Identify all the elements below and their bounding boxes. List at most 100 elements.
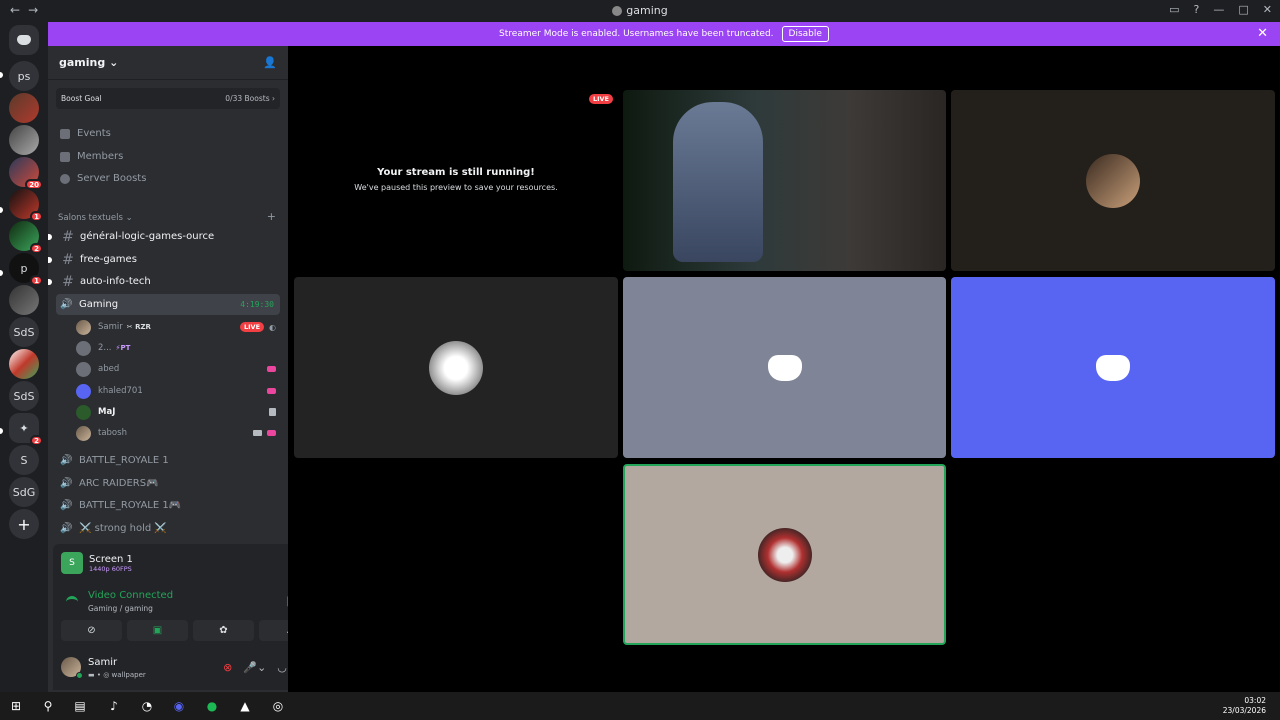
window-titlebar: ← → gaming ▭ ? — □ ✕ [0,0,1280,22]
video-tile-user[interactable] [951,90,1275,271]
add-server-icon: + [17,514,31,534]
chevron-down-icon: ⌄ [109,56,119,69]
clock-date: 23/03/2026 [1222,706,1266,715]
clock-time: 03:02 [1244,696,1266,705]
camera-off-button[interactable]: ⊘ [61,620,122,641]
guild-item[interactable]: SdS [9,381,39,411]
menu-server-boosts[interactable]: Server Boosts [60,173,146,184]
channel-label: free-games [80,254,137,265]
voice-user[interactable]: Samir ✂ RZR LIVE ◐ [76,317,280,337]
taskbar: ⊞ ⚲ ▤ ♪ ◔ ◉ ● ▲ ◎ 03:02 23/03/2026 [0,692,1280,720]
video-tile-user[interactable] [951,277,1275,458]
voice-user-status [253,430,276,436]
unread-pill [0,72,3,78]
video-tile-user[interactable] [623,277,946,458]
live-badge: LIVE [239,322,265,332]
guild-glyph-icon: ✦ [19,421,29,435]
inbox-icon[interactable]: ▭ [1169,3,1179,16]
channel-label: ⚔️ strong hold ⚔️ [79,523,167,534]
guild-item[interactable]: 20 [9,157,43,190]
guild-item[interactable]: 2 [9,221,43,254]
discord-app-icon[interactable]: ◉ [171,698,187,714]
add-server-button[interactable]: + [9,509,39,539]
server-header[interactable]: gaming ⌄ 👤 [48,46,288,80]
close-button[interactable]: ✕ [1263,3,1272,16]
voice-user[interactable]: MaJ [76,402,280,422]
screen-share-button[interactable]: ▣ [127,620,188,641]
voice-channel[interactable]: 🔊 ⚔️ strong hold ⚔️ [56,518,280,539]
guild-label: SdS [13,389,35,403]
voice-user[interactable]: abed [76,359,280,379]
channel-label: auto-info-tech [80,276,151,287]
guild-item[interactable]: SdS [9,317,39,347]
add-member-icon[interactable]: 👤 [263,56,277,69]
minimize-button[interactable]: — [1213,3,1224,16]
voice-channel-gaming[interactable]: 🔊 Gaming 4:19:30 [56,294,280,315]
help-icon[interactable]: ? [1194,3,1200,16]
channel-path[interactable]: Gaming / gaming [88,604,153,613]
close-icon[interactable]: ✕ [1257,26,1268,41]
user-name[interactable]: Samir [88,657,117,668]
task-view-icon[interactable]: ▤ [72,698,88,714]
hash-icon: # [62,228,74,245]
connection-status[interactable]: Video Connected [88,590,173,601]
guild-item[interactable]: 1 [9,189,43,222]
voice-channel[interactable]: 🔊 ARC RAIDERS🎮 [56,473,280,494]
guild-item[interactable]: SdG [9,477,39,507]
guild-item[interactable] [9,125,39,155]
voice-channel[interactable]: 🔊 BATTLE_ROYALE 1🎮 [56,495,280,516]
voice-user[interactable]: tabosh [76,423,280,443]
chair-image [673,102,763,262]
guild-badge: 1 [30,275,43,286]
app-icon[interactable]: ▲ [237,698,253,714]
avatar [429,340,483,395]
disable-streamer-mode-button[interactable]: Disable [781,26,829,42]
category-header[interactable]: Salons textuels ⌄ [58,213,133,223]
voice-user[interactable]: khaled701 [76,381,280,401]
activities-button[interactable]: ✿ [193,620,254,641]
search-icon[interactable]: ⚲ [40,698,56,714]
discord-home-icon[interactable] [9,25,39,55]
stream-preview[interactable]: S Screen 1 1440p 60FPS [61,552,133,574]
guild-item[interactable]: ps [9,61,39,91]
guild-item[interactable] [9,349,39,379]
voice-user-status: LIVE ◐ [239,322,276,332]
system-clock[interactable]: 03:02 23/03/2026 [1223,696,1266,716]
boost-goal[interactable]: Boost Goal 0/33 Boosts › [56,88,280,109]
channel-general[interactable]: # général-logic-games-ource [48,226,280,247]
stream-paused-tile[interactable]: LIVE Your stream is still running! We've… [294,90,618,270]
channel-label: Gaming [79,299,119,310]
guild-item[interactable]: ✦ 2 [9,413,43,446]
chrome-icon[interactable]: ◎ [270,698,286,714]
tiktok-icon[interactable]: ♪ [106,698,122,714]
voice-user[interactable]: 2... ⚡PT [76,338,280,358]
video-tile-speaking[interactable] [623,464,946,645]
menu-members[interactable]: Members [60,151,123,162]
voice-user-name: 2... [98,343,112,353]
channel-free-games[interactable]: # free-games [48,249,280,270]
windows-start-icon[interactable]: ⊞ [8,698,24,714]
user-tag: ✂ RZR [126,323,151,331]
screen-quality: 1440p 60FPS [89,564,132,573]
maximize-button[interactable]: □ [1238,3,1248,16]
menu-label: Server Boosts [77,173,147,184]
voice-channel[interactable]: 🔊 BATTLE_ROYALE 1 [56,450,280,471]
guild-item[interactable] [9,285,39,315]
avatar [76,383,91,399]
video-tile-camera[interactable] [623,90,946,271]
boost-goal-label: Boost Goal [61,94,102,103]
guild-item[interactable]: p1 [9,253,43,286]
menu-events[interactable]: Events [60,128,111,139]
microphone-icon[interactable]: 🎤⌄ [243,661,266,674]
app-icon[interactable]: ◔ [139,698,155,714]
guild-item[interactable]: S [9,445,39,475]
create-channel-icon[interactable]: + [267,210,276,223]
spotify-icon[interactable]: ● [204,698,220,714]
game-controller-icon[interactable]: ⊗ [223,661,232,674]
streamer-mode-banner: Streamer Mode is enabled. Usernames have… [48,22,1280,46]
video-tile-user[interactable] [294,277,618,458]
guild-item[interactable] [9,93,39,123]
channel-auto-info-tech[interactable]: # auto-info-tech [48,271,280,292]
watch-icon: ◐ [269,322,276,332]
server-rail: ps 20 1 2 p1 SdS SdS ✦ 2 S SdG + [0,22,48,692]
